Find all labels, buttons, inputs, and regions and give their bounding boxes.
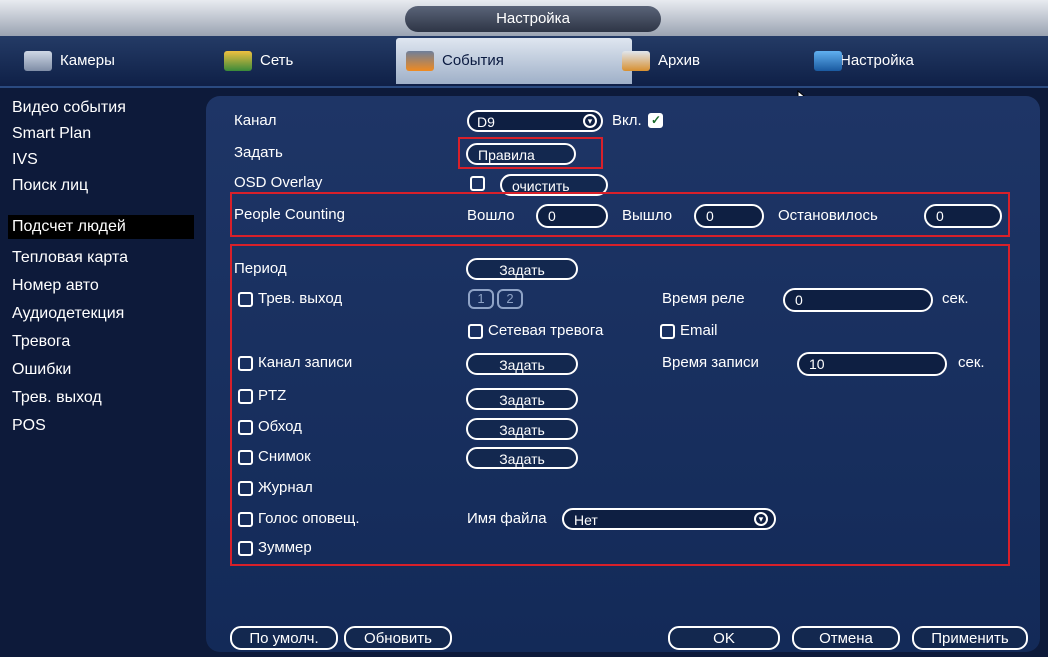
events-icon: [406, 51, 434, 71]
set-label: Задать: [234, 144, 283, 161]
relay-time-value: 0: [795, 292, 803, 308]
buzzer-checkbox[interactable]: [238, 541, 253, 556]
record-channel-label: Канал записи: [258, 354, 353, 371]
stayed-field[interactable]: 0: [924, 204, 1002, 228]
relay-sec-label: сек.: [942, 290, 969, 307]
period-label: Период: [234, 260, 287, 277]
stayed-value: 0: [936, 208, 944, 224]
sidebar-item-face-search[interactable]: Поиск лиц: [8, 174, 88, 198]
people-counting-label: People Counting: [234, 206, 345, 223]
file-name-label: Имя файла: [467, 510, 547, 527]
osd-checkbox[interactable]: [470, 176, 485, 191]
tab-label: Камеры: [60, 52, 115, 69]
file-name-value: Нет: [574, 512, 598, 528]
sidebar-item-video-events[interactable]: Видео события: [8, 96, 126, 120]
window-title: Настройка: [405, 6, 661, 32]
cancel-button[interactable]: Отмена: [792, 626, 900, 650]
sidebar: Видео события Smart Plan IVS Поиск лиц П…: [0, 88, 200, 657]
email-checkbox[interactable]: [660, 324, 675, 339]
camera-icon: [24, 51, 52, 71]
sidebar-item-plate-number[interactable]: Номер авто: [8, 274, 99, 298]
alarm-out-1-button[interactable]: 1: [468, 289, 494, 309]
stayed-label: Остановилось: [778, 207, 878, 224]
net-alarm-label: Сетевая тревога: [488, 322, 604, 339]
chevron-down-icon: ▾: [583, 114, 597, 128]
tab-label: События: [442, 52, 504, 69]
sidebar-item-alarm-out[interactable]: Трев. выход: [8, 386, 102, 410]
snapshot-set-button[interactable]: Задать: [466, 447, 578, 469]
tour-checkbox[interactable]: [238, 420, 253, 435]
settings-icon: [814, 51, 842, 71]
entered-field[interactable]: 0: [536, 204, 608, 228]
channel-value: D9: [477, 114, 495, 130]
network-icon: [224, 51, 252, 71]
record-channel-checkbox[interactable]: [238, 356, 253, 371]
snapshot-label: Снимок: [258, 448, 311, 465]
buzzer-label: Зуммер: [258, 539, 312, 556]
tab-events[interactable]: События: [396, 38, 632, 84]
ptz-label: PTZ: [258, 387, 287, 404]
people-counting-highlight: [230, 192, 1010, 237]
tab-label: Сеть: [260, 52, 294, 69]
sidebar-item-people-counting[interactable]: Подсчет людей: [8, 215, 194, 239]
record-time-label: Время записи: [662, 354, 759, 371]
tab-bar: Камеры Сеть События Архив Настройка: [0, 36, 1048, 88]
apply-button[interactable]: Применить: [912, 626, 1028, 650]
ok-button[interactable]: OK: [668, 626, 780, 650]
tour-label: Обход: [258, 418, 302, 435]
sidebar-item-errors[interactable]: Ошибки: [8, 358, 71, 382]
tour-set-button[interactable]: Задать: [466, 418, 578, 440]
alarm-out-checkbox[interactable]: [238, 292, 253, 307]
sidebar-item-ivs[interactable]: IVS: [8, 148, 38, 172]
period-set-button[interactable]: Задать: [466, 258, 578, 280]
channel-label: Канал: [234, 112, 277, 129]
net-alarm-checkbox[interactable]: [468, 324, 483, 339]
default-button[interactable]: По умолч.: [230, 626, 338, 650]
exited-field[interactable]: 0: [694, 204, 764, 228]
entered-value: 0: [548, 208, 556, 224]
title-bar: Настройка: [0, 0, 1048, 36]
file-name-select[interactable]: Нет ▾: [562, 508, 776, 530]
relay-time-label: Время реле: [662, 290, 745, 307]
tab-label: Настройка: [840, 52, 914, 69]
snapshot-checkbox[interactable]: [238, 450, 253, 465]
log-label: Журнал: [258, 479, 313, 496]
exited-value: 0: [706, 208, 714, 224]
chevron-down-icon: ▾: [754, 512, 768, 526]
archive-icon: [622, 51, 650, 71]
relay-time-field[interactable]: 0: [783, 288, 933, 312]
enable-checkbox[interactable]: [648, 113, 663, 128]
sidebar-item-pos[interactable]: POS: [8, 414, 46, 438]
sidebar-item-heat-map[interactable]: Тепловая карта: [8, 246, 128, 270]
refresh-button[interactable]: Обновить: [344, 626, 452, 650]
enable-label: Вкл.: [612, 112, 642, 129]
email-label: Email: [680, 322, 718, 339]
ptz-set-button[interactable]: Задать: [466, 388, 578, 410]
record-time-field[interactable]: 10: [797, 352, 947, 376]
log-checkbox[interactable]: [238, 481, 253, 496]
sidebar-item-alarm[interactable]: Тревога: [8, 330, 70, 354]
tab-settings[interactable]: Настройка: [804, 42, 1020, 80]
record-channel-set-button[interactable]: Задать: [466, 353, 578, 375]
sidebar-item-smart-plan[interactable]: Smart Plan: [8, 122, 91, 146]
tab-archive[interactable]: Архив: [612, 42, 828, 80]
exited-label: Вышло: [622, 207, 673, 224]
entered-label: Вошло: [467, 207, 515, 224]
osd-label: OSD Overlay: [234, 174, 323, 191]
voice-checkbox[interactable]: [238, 512, 253, 527]
tab-label: Архив: [658, 52, 701, 69]
channel-select[interactable]: D9 ▾: [467, 110, 603, 132]
voice-label: Голос оповещ.: [258, 510, 360, 527]
sidebar-item-audio-detection[interactable]: Аудиодетекция: [8, 302, 124, 326]
tab-cameras[interactable]: Камеры: [14, 42, 230, 80]
alarm-out-label: Трев. выход: [258, 290, 343, 307]
rules-button[interactable]: Правила: [466, 143, 576, 165]
ptz-checkbox[interactable]: [238, 389, 253, 404]
record-sec-label: сек.: [958, 354, 985, 371]
alarm-out-2-button[interactable]: 2: [497, 289, 523, 309]
record-time-value: 10: [809, 356, 825, 372]
